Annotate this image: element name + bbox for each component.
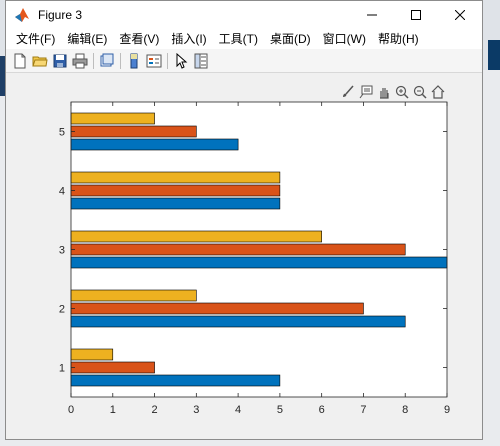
x-tick-label: 4 <box>235 404 241 416</box>
x-tick-label: 2 <box>151 404 157 416</box>
close-icon <box>455 10 465 20</box>
close-button[interactable] <box>438 1 482 29</box>
y-tick-label: 3 <box>59 245 65 257</box>
link-plot-button[interactable] <box>97 51 117 71</box>
y-tick-label: 4 <box>59 186 65 198</box>
bar-series1-cat3 <box>70 256 448 269</box>
desktop-background-edge <box>488 40 500 70</box>
bar-series3-cat5 <box>70 112 155 125</box>
restore-view-button[interactable] <box>430 84 446 100</box>
data-tips-icon <box>359 85 373 99</box>
zoom-out-icon <box>413 85 427 99</box>
toolbar-separator <box>167 52 168 69</box>
bar-series3-cat1 <box>70 348 114 361</box>
insert-legend-button[interactable] <box>144 51 164 71</box>
x-tick-label: 3 <box>193 404 199 416</box>
maximize-button[interactable] <box>394 1 438 29</box>
bar-series3-cat2 <box>70 289 197 302</box>
open-file-icon <box>32 56 48 66</box>
menu-view[interactable]: 查看(V) <box>113 29 165 49</box>
x-tick-label: 0 <box>68 404 74 416</box>
zoom-in-icon <box>395 85 409 99</box>
window-title: Figure 3 <box>38 8 83 22</box>
bar-series2-cat2 <box>70 302 364 315</box>
insert-legend-icon <box>146 54 162 67</box>
x-tick-label: 7 <box>360 404 366 416</box>
bar-series3-cat4 <box>70 171 281 184</box>
matlab-icon <box>15 8 29 22</box>
figure-canvas[interactable]: 0 1 2 3 4 5 6 7 8 9 1 2 3 4 5 <box>6 74 482 439</box>
bar-series2-cat4 <box>70 184 281 197</box>
zoom-in-button[interactable] <box>394 84 410 100</box>
zoom-out-button[interactable] <box>412 84 428 100</box>
bar-series2-cat3 <box>70 243 406 256</box>
open-file-button[interactable] <box>30 51 50 71</box>
bar-series3-cat3 <box>70 230 322 243</box>
minimize-icon <box>367 14 377 16</box>
bar-series1-cat2 <box>70 315 406 328</box>
edit-plot-icon <box>176 52 188 69</box>
menu-help[interactable]: 帮助(H) <box>372 29 425 49</box>
bar-series2-cat1 <box>70 361 155 374</box>
menu-tools[interactable]: 工具(T) <box>213 29 264 49</box>
maximize-icon <box>411 10 421 20</box>
menu-desktop[interactable]: 桌面(D) <box>264 29 317 49</box>
new-figure-button[interactable] <box>10 51 30 71</box>
insert-colorbar-button[interactable] <box>124 51 144 71</box>
save-button[interactable] <box>50 51 70 71</box>
toolbar-separator <box>120 52 121 69</box>
y-tick-label: 5 <box>59 127 65 139</box>
property-inspector-icon <box>194 53 208 68</box>
property-inspector-button[interactable] <box>191 51 211 71</box>
bar-series1-cat4 <box>70 197 281 210</box>
axes-toolbar <box>340 84 446 100</box>
figure-toolbar <box>6 49 482 73</box>
bar-series2-cat5 <box>70 125 197 138</box>
print-icon <box>72 53 88 68</box>
brush-button[interactable] <box>340 84 356 100</box>
x-tick-label: 5 <box>277 404 283 416</box>
x-tick-label: 9 <box>444 404 450 416</box>
x-tick-label: 8 <box>402 404 408 416</box>
restore-view-icon <box>431 85 445 99</box>
x-tick-label: 6 <box>319 404 325 416</box>
save-icon <box>53 54 67 67</box>
x-tick-label: 1 <box>110 404 116 416</box>
minimize-button[interactable] <box>350 1 394 29</box>
bar-series1-cat1 <box>70 374 281 387</box>
new-figure-icon <box>14 53 26 68</box>
bar-series1-cat5 <box>70 138 239 151</box>
menu-edit[interactable]: 编辑(E) <box>61 29 113 49</box>
bar-chart: 0 1 2 3 4 5 6 7 8 9 1 2 3 4 5 <box>59 101 450 416</box>
data-tips-button[interactable] <box>358 84 374 100</box>
pan-button[interactable] <box>376 84 392 100</box>
pan-icon <box>380 88 389 99</box>
menu-bar: 文件(F) 编辑(E) 查看(V) 插入(I) 工具(T) 桌面(D) 窗口(W… <box>6 29 482 49</box>
print-button[interactable] <box>70 51 90 71</box>
menu-file[interactable]: 文件(F) <box>10 29 61 49</box>
link-plot-icon <box>100 53 114 66</box>
y-tick-label: 2 <box>59 304 65 316</box>
toolbar-separator <box>93 52 94 69</box>
edit-plot-button[interactable] <box>171 51 191 71</box>
y-tick-label: 1 <box>59 363 65 375</box>
figure-window: Figure 3 文件(F) 编辑(E) 查看(V) 插入(I) 工具(T) 桌… <box>5 0 483 440</box>
insert-colorbar-icon <box>130 53 138 68</box>
title-bar[interactable]: Figure 3 <box>6 1 482 29</box>
brush-icon <box>343 85 354 97</box>
menu-window[interactable]: 窗口(W) <box>317 29 372 49</box>
menu-insert[interactable]: 插入(I) <box>165 29 212 49</box>
